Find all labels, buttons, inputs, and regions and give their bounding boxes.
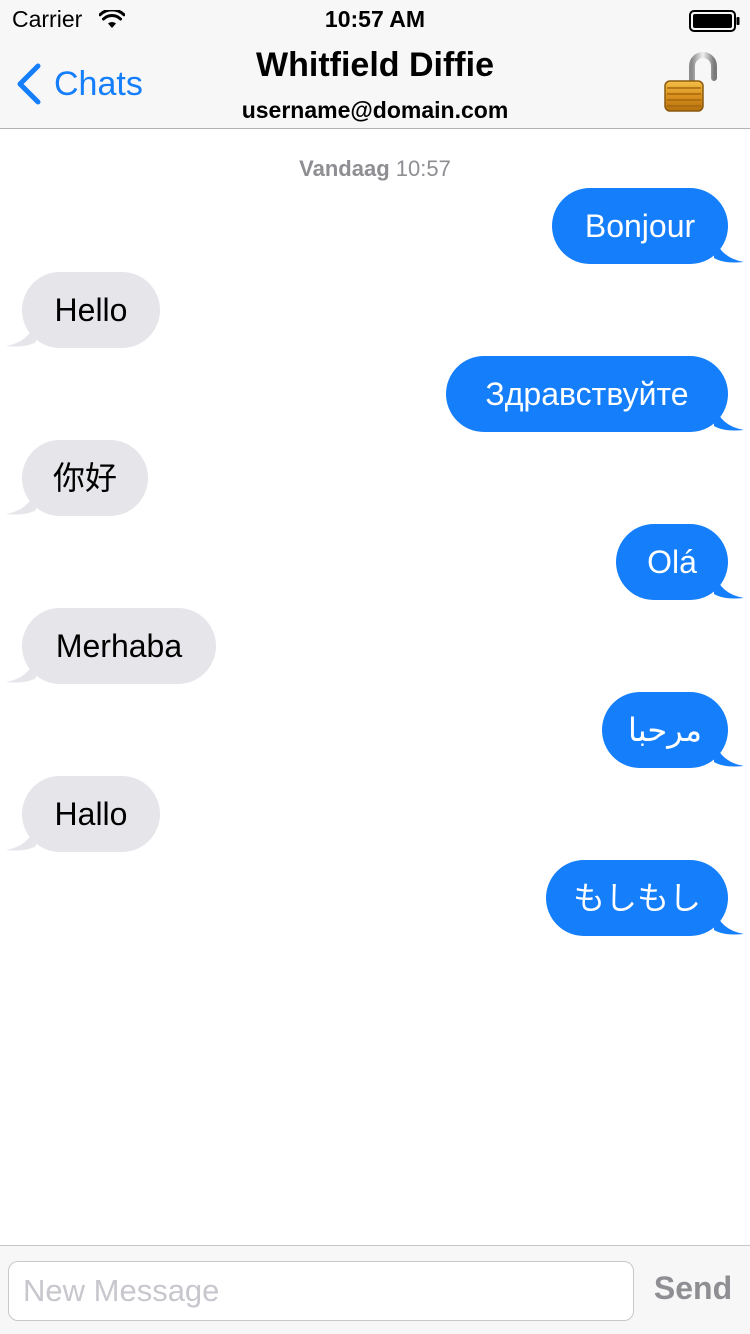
incoming-message-bubble[interactable]: 你好	[6, 440, 148, 516]
conversation-timestamp: Vandaag 10:57	[0, 156, 750, 182]
timestamp-day: Vandaag	[299, 156, 390, 181]
timestamp-time: 10:57	[395, 156, 451, 181]
incoming-message-bubble[interactable]: Merhaba	[6, 608, 216, 684]
send-button[interactable]: Send	[648, 1270, 738, 1307]
bubble-tail	[6, 488, 36, 515]
outgoing-message-bubble[interactable]: Здравствуйте	[446, 356, 744, 432]
outgoing-message-bubble[interactable]: Olá	[616, 524, 744, 600]
battery-full-icon	[689, 10, 740, 32]
message-text: Bonjour	[584, 208, 696, 244]
bubble-tail	[714, 740, 744, 767]
chat-screen: Carrier 10:57 AM Chats Whitfield Diffie …	[0, 0, 750, 1334]
message-text: Merhaba	[55, 628, 183, 664]
outgoing-message-bubble[interactable]: もしもし	[546, 860, 744, 936]
contact-name-title: Whitfield Diffie	[256, 46, 494, 84]
message-text: 你好	[52, 460, 117, 496]
bubble-tail	[714, 572, 744, 599]
status-time: 10:57 AM	[324, 6, 426, 32]
new-message-input[interactable]	[8, 1261, 634, 1321]
bubble-tail	[6, 824, 36, 851]
incoming-message-bubble[interactable]: Hallo	[6, 776, 160, 852]
message-text: Olá	[647, 544, 697, 580]
bubble-tail	[714, 236, 744, 263]
bubble-tail	[6, 656, 36, 683]
message-text: Hallo	[54, 796, 128, 832]
message-text: もしもし	[572, 880, 701, 916]
status-bar: Carrier 10:57 AM	[0, 0, 750, 40]
bubble-tail	[6, 320, 36, 347]
navigation-bar: Chats Whitfield Diffie username@domain.c…	[0, 40, 750, 129]
message-text: Hello	[54, 292, 128, 328]
bubble-tail	[714, 908, 744, 935]
outgoing-message-bubble[interactable]: Bonjour	[552, 188, 744, 264]
unlocked-padlock-icon[interactable]	[660, 52, 720, 114]
contact-address-subtitle: username@domain.com	[241, 97, 509, 123]
bubble-tail	[714, 404, 744, 431]
message-input-bar: Send	[0, 1245, 750, 1334]
outgoing-message-bubble[interactable]: مرحبا	[602, 692, 744, 768]
incoming-message-bubble[interactable]: Hello	[6, 272, 160, 348]
message-text: مرحبا	[628, 712, 702, 748]
message-text: Здравствуйте	[485, 376, 689, 412]
